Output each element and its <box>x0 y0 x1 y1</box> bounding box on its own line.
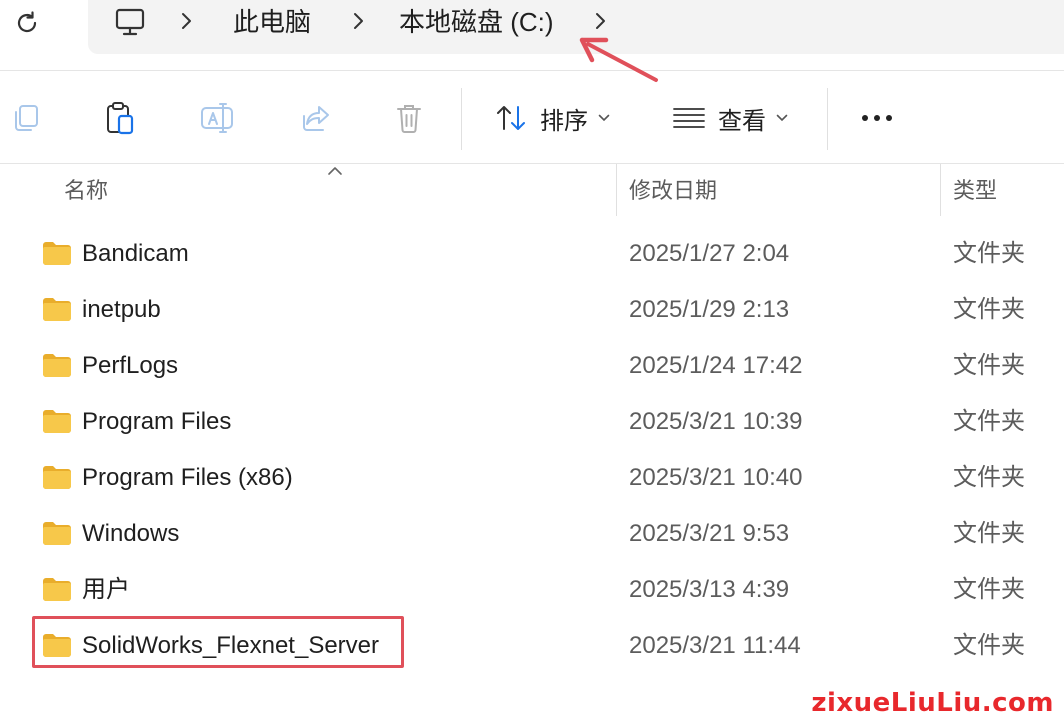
table-row[interactable]: Windows 2025/3/21 9:53 文件夹 <box>0 506 1064 562</box>
more-options-button[interactable] <box>856 94 898 142</box>
file-type: 文件夹 <box>953 520 1025 547</box>
column-header-name[interactable]: 名称 <box>64 176 108 206</box>
folder-icon <box>43 522 71 545</box>
chevron-down-icon <box>598 114 610 122</box>
copy-button[interactable] <box>6 94 46 142</box>
divider <box>0 70 1064 71</box>
file-type: 文件夹 <box>953 296 1025 323</box>
file-name: Program Files <box>82 408 232 435</box>
breadcrumb-chevron-icon[interactable] <box>348 8 368 34</box>
file-type: 文件夹 <box>953 240 1025 267</box>
sort-button[interactable]: 排序 <box>494 94 610 142</box>
crumb-local-disk[interactable]: 本地磁盘 (C:) <box>399 6 554 38</box>
more-dots-icon <box>862 115 892 121</box>
file-name: Windows <box>82 520 180 547</box>
modified-date: 2025/1/29 2:13 <box>629 296 790 323</box>
file-name: Program Files (x86) <box>82 464 293 491</box>
delete-button[interactable] <box>390 94 428 142</box>
modified-date: 2025/3/13 4:39 <box>629 576 790 603</box>
paste-button[interactable] <box>100 94 140 142</box>
modified-date: 2025/3/21 9:53 <box>629 520 790 547</box>
copy-icon <box>15 105 38 131</box>
file-type: 文件夹 <box>953 464 1025 491</box>
file-type: 文件夹 <box>953 352 1025 379</box>
file-type: 文件夹 <box>953 408 1025 435</box>
crumb-this-pc[interactable]: 此电脑 <box>233 6 311 38</box>
chevron-down-icon <box>776 114 788 122</box>
table-row[interactable]: 用户 2025/3/13 4:39 文件夹 <box>0 562 1064 618</box>
file-name: Bandicam <box>82 240 189 267</box>
folder-icon <box>43 298 71 321</box>
column-header-date[interactable]: 修改日期 <box>629 176 717 206</box>
file-type: 文件夹 <box>953 576 1025 603</box>
sort-ascending-icon <box>328 167 342 175</box>
column-divider[interactable] <box>940 164 941 216</box>
table-row[interactable]: Program Files (x86) 2025/3/21 10:40 文件夹 <box>0 450 1064 506</box>
share-button[interactable] <box>296 94 336 142</box>
view-label: 查看 <box>718 107 766 135</box>
toolbar-divider <box>461 88 462 150</box>
breadcrumb-chevron-icon[interactable] <box>176 8 196 34</box>
modified-date: 2025/3/21 10:39 <box>629 408 803 435</box>
watermark: zixueLiuLiu.com <box>811 688 1054 718</box>
toolbar-divider <box>827 88 828 150</box>
rename-icon <box>201 103 233 133</box>
monitor-icon <box>115 8 145 36</box>
table-row[interactable]: inetpub 2025/1/29 2:13 文件夹 <box>0 282 1064 338</box>
folder-icon <box>43 410 71 433</box>
highlight-box <box>32 616 404 668</box>
column-header-type[interactable]: 类型 <box>953 176 997 206</box>
column-divider[interactable] <box>616 164 617 216</box>
refresh-icon <box>17 11 37 33</box>
folder-icon <box>43 354 71 377</box>
file-name: inetpub <box>82 296 161 323</box>
share-icon <box>303 106 329 131</box>
file-type: 文件夹 <box>953 632 1025 659</box>
modified-date: 2025/3/21 11:44 <box>629 632 801 659</box>
modified-date: 2025/1/24 17:42 <box>629 352 803 379</box>
annotation-arrow-icon <box>579 37 658 82</box>
view-button[interactable]: 查看 <box>672 94 788 142</box>
paste-icon <box>107 102 134 135</box>
sort-arrows-icon <box>497 106 525 130</box>
folder-icon <box>43 242 71 265</box>
address-bar: 此电脑 本地磁盘 (C:) <box>0 0 1064 72</box>
table-row[interactable]: Bandicam 2025/1/27 2:04 文件夹 <box>0 226 1064 282</box>
table-row[interactable]: Program Files 2025/3/21 10:39 文件夹 <box>0 394 1064 450</box>
folder-icon <box>43 578 71 601</box>
trash-icon <box>397 105 421 133</box>
table-row[interactable]: PerfLogs 2025/1/24 17:42 文件夹 <box>0 338 1064 394</box>
rename-button[interactable] <box>196 94 238 142</box>
view-lines-icon <box>673 108 705 128</box>
modified-date: 2025/3/21 10:40 <box>629 464 803 491</box>
file-name: PerfLogs <box>82 352 179 379</box>
sort-label: 排序 <box>540 107 588 135</box>
modified-date: 2025/1/27 2:04 <box>629 240 790 267</box>
command-bar: 排序 查看 <box>0 72 1064 164</box>
file-name: 用户 <box>82 576 130 603</box>
folder-icon <box>43 466 71 489</box>
this-pc-crumb[interactable] <box>110 4 150 40</box>
refresh-button[interactable] <box>8 4 46 42</box>
